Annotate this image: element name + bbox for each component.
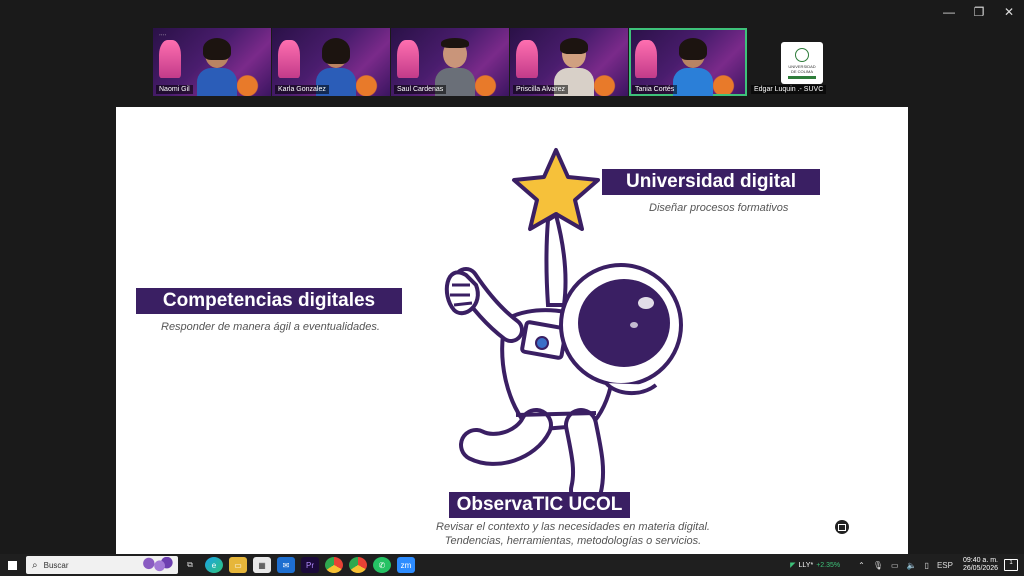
search-placeholder: Buscar <box>43 560 69 570</box>
stock-change: +2.35% <box>816 561 841 569</box>
stock-widget[interactable]: ◤ LLY* +2.35% <box>790 561 841 570</box>
windows-icon <box>7 560 17 570</box>
whatsapp-icon[interactable]: ✆ <box>373 557 391 573</box>
seal-icon <box>795 47 809 62</box>
competencias-caption: Responder de manera ágil a eventualidade… <box>161 321 380 333</box>
participant-video <box>673 38 713 96</box>
observatic-caption: Revisar el contexto y las necesidades en… <box>428 520 718 548</box>
notification-icon[interactable]: 1 <box>1004 559 1018 571</box>
participant-strip: ◦◦◦◦ Naomi Gil Karla Gonzalez Saul Carde… <box>153 28 866 98</box>
task-view-icon[interactable]: ⧉ <box>181 557 199 573</box>
participant-tile[interactable]: ◦◦◦◦ Naomi Gil <box>153 28 271 96</box>
observatic-caption-line1: Revisar el contexto y las necesidades en… <box>436 521 710 533</box>
microphone-icon[interactable]: 🎙 <box>873 561 883 570</box>
stop-share-icon[interactable] <box>835 520 849 534</box>
tile-banner: ◦◦◦◦ <box>159 32 167 37</box>
participant-tile[interactable]: Priscilla Alvarez <box>510 28 628 96</box>
file-explorer-icon[interactable]: ▭ <box>229 557 247 573</box>
battery-icon[interactable]: ▯ <box>925 561 929 570</box>
restore-button[interactable]: ❐ <box>964 0 994 24</box>
observatic-caption-line2: Tendencias, herramientas, metodologías o… <box>444 535 702 547</box>
observatic-title: ObservaTIC UCOL <box>449 492 630 518</box>
rocket-graphic <box>635 40 657 78</box>
rocket-graphic <box>397 40 419 78</box>
participant-tile[interactable]: UNIVERSIDAD DE COLIMA Edgar Luquin .- SU… <box>748 28 866 96</box>
stock-symbol: LLY* <box>798 561 814 569</box>
participant-name: Priscilla Alvarez <box>513 85 569 94</box>
stock-chart-icon: ◤ <box>790 562 796 569</box>
clock[interactable]: 09:40 a. m. 26/05/2026 <box>963 557 998 573</box>
participant-name: Saul Cardenas <box>394 85 447 94</box>
shared-slide: Universidad digital Diseñar procesos for… <box>116 107 908 554</box>
notification-count: 1 <box>1009 560 1013 566</box>
competencias-title: Competencias digitales <box>136 288 402 314</box>
chevron-up-icon[interactable]: ⌃ <box>858 561 865 570</box>
rocket-graphic <box>278 40 300 78</box>
language-indicator[interactable]: ESP <box>937 561 953 570</box>
logo-text-line2: DE COLIMA <box>790 68 813 74</box>
system-tray: ◤ LLY* +2.35% ⌃ 🎙 ▭ 🔈 ▯ ESP 09:40 a. m. … <box>790 554 1024 576</box>
window-controls: — ❐ ✕ <box>934 0 1024 24</box>
participant-name: Karla Gonzalez <box>275 85 329 94</box>
participant-name: Tania Cortés <box>632 85 678 94</box>
chrome-icon[interactable] <box>325 557 343 573</box>
taskbar: ⌕ Buscar ⧉ e ▭ ▦ ✉ Pr ✆ zm ◤ LLY* +2.35%… <box>0 554 1024 576</box>
minimize-button[interactable]: — <box>934 0 964 24</box>
participant-tile-active-speaker[interactable]: Tania Cortés <box>629 28 747 96</box>
participant-name: Naomi Gil <box>156 85 193 94</box>
premiere-icon[interactable]: Pr <box>301 557 319 573</box>
astronaut-illustration <box>444 148 683 495</box>
university-logo: UNIVERSIDAD DE COLIMA <box>781 42 823 84</box>
clock-time: 09:40 a. m. <box>962 557 998 564</box>
participant-name: Edgar Luquin .- SUVC <box>751 85 827 94</box>
rocket-graphic <box>159 40 181 78</box>
participant-tile[interactable]: Karla Gonzalez <box>272 28 390 96</box>
search-icon: ⌕ <box>32 559 38 571</box>
participant-tile[interactable]: Saul Cardenas <box>391 28 509 96</box>
clock-date: 26/05/2026 <box>962 565 998 572</box>
calendar-icon[interactable]: ▦ <box>253 557 271 573</box>
search-box[interactable]: ⌕ Buscar <box>26 556 178 574</box>
outlook-icon[interactable]: ✉ <box>277 557 295 573</box>
start-button[interactable] <box>0 554 24 576</box>
flower-decoration-icon <box>138 557 174 573</box>
close-button[interactable]: ✕ <box>994 0 1024 24</box>
rocket-graphic <box>516 40 538 78</box>
zoom-icon[interactable]: zm <box>397 557 415 573</box>
volume-icon[interactable]: 🔈 <box>907 561 917 570</box>
participant-video <box>197 38 237 96</box>
chrome-alt-icon[interactable] <box>349 557 367 573</box>
network-icon[interactable]: ▭ <box>891 561 899 570</box>
edge-icon[interactable]: e <box>205 557 223 573</box>
